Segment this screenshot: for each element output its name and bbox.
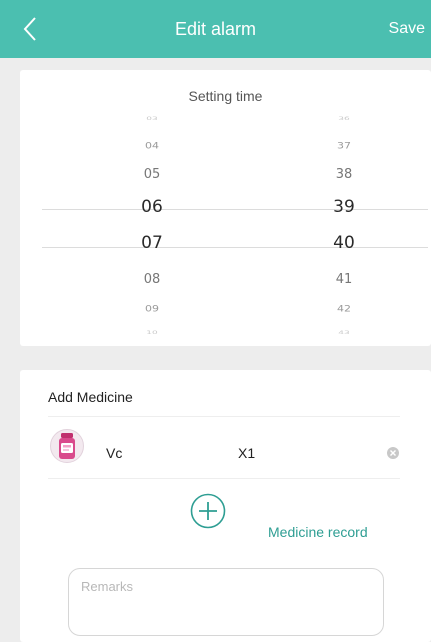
hour-option[interactable]: 04 (122, 140, 182, 150)
hour-option[interactable]: 06 (122, 197, 182, 217)
minute-option[interactable]: 38 (314, 167, 374, 182)
remarks-field[interactable] (68, 568, 384, 636)
hour-option[interactable]: 03 (122, 117, 182, 122)
minute-option-selected[interactable]: 40 (314, 233, 374, 253)
hour-wheel[interactable]: 03 04 05 06 07 08 09 10 (122, 70, 182, 346)
minute-wheel[interactable]: 36 37 38 39 40 41 42 43 (314, 70, 374, 346)
divider (48, 416, 400, 417)
medicine-record-link[interactable]: Medicine record (268, 524, 368, 540)
hour-option[interactable]: 05 (122, 167, 182, 182)
hour-option[interactable]: 08 (122, 272, 182, 287)
page-title: Edit alarm (174, 19, 257, 39)
minute-option[interactable]: 39 (314, 197, 374, 217)
medicine-card: Add Medicine Vc X1 Medicine record (20, 370, 431, 642)
medicine-bottle-icon (50, 429, 84, 463)
minute-option[interactable]: 37 (314, 140, 374, 150)
minute-option[interactable]: 42 (314, 303, 374, 313)
save-button[interactable]: Save (389, 0, 425, 58)
medicine-quantity[interactable]: X1 (238, 445, 255, 461)
hour-option[interactable]: 09 (122, 303, 182, 313)
divider (48, 478, 400, 479)
minute-option[interactable]: 36 (314, 117, 374, 122)
minute-option[interactable]: 41 (314, 272, 374, 287)
plus-circle-icon[interactable] (190, 493, 226, 529)
add-medicine-title: Add Medicine (48, 389, 133, 405)
minute-option[interactable]: 43 (314, 331, 374, 336)
time-picker-card: Setting time 03 04 05 06 07 08 09 10 36 … (20, 70, 431, 346)
remove-icon[interactable] (386, 446, 400, 460)
hour-option-selected[interactable]: 07 (122, 233, 182, 253)
medicine-name: Vc (106, 445, 123, 461)
hour-option[interactable]: 10 (122, 331, 182, 336)
top-bar: Edit alarm Save (0, 0, 431, 58)
